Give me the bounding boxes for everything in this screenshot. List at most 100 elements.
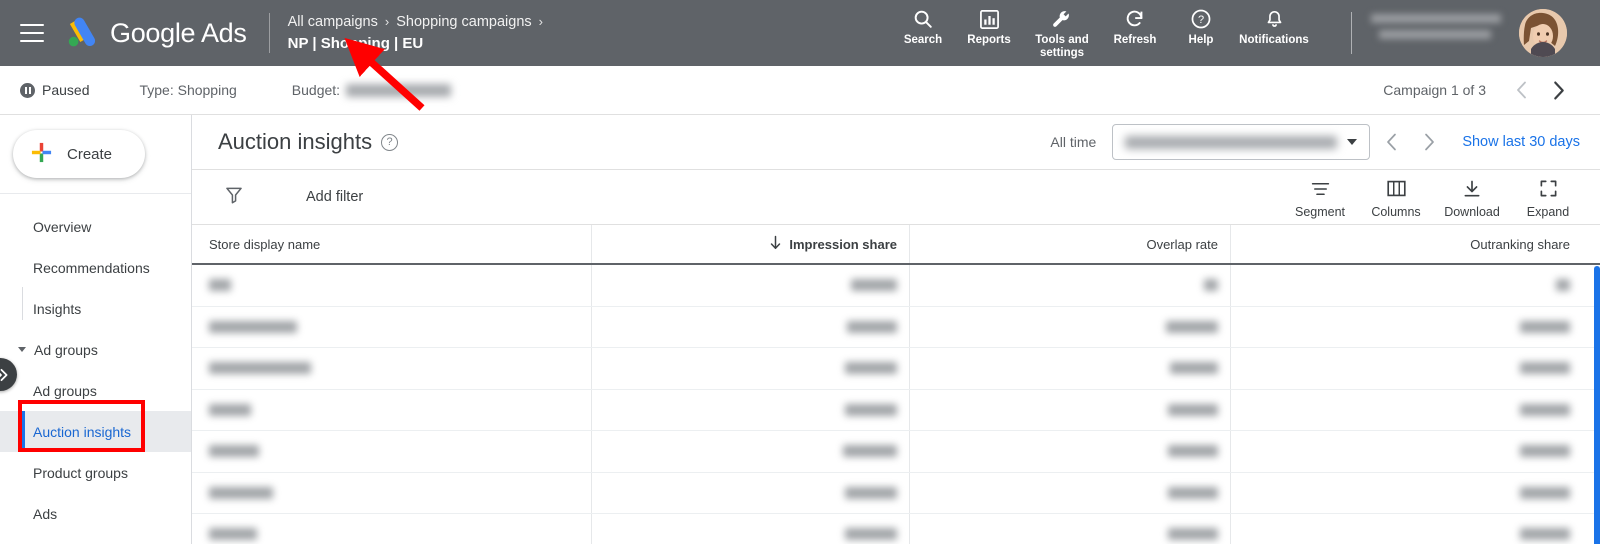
add-filter-button[interactable]: Add filter: [224, 185, 363, 210]
cell-impression-share: [592, 265, 910, 306]
account-divider: [1351, 12, 1352, 54]
filter-icon: [224, 185, 244, 210]
sidebar-item-label: Ad groups: [34, 341, 98, 358]
breadcrumb-current-campaign[interactable]: NP | Shopping | EU: [288, 34, 543, 54]
campaign-next-button[interactable]: [1542, 73, 1576, 107]
cell-impression-share: [592, 389, 910, 430]
header-help-button[interactable]: ? Help: [1168, 0, 1234, 47]
breadcrumb-shopping-campaigns[interactable]: Shopping campaigns: [396, 12, 531, 32]
breadcrumb-all-campaigns[interactable]: All campaigns: [288, 12, 378, 32]
redacted-value: [1204, 279, 1218, 292]
redacted-value: [209, 279, 231, 292]
download-button[interactable]: Download: [1434, 176, 1510, 219]
sidebar-item-auction-insights[interactable]: Auction insights: [0, 411, 191, 452]
cell-outranking-share: [1231, 514, 1587, 544]
breadcrumb-separator-icon: ›: [384, 14, 390, 29]
sidebar-item-overview[interactable]: Overview: [0, 206, 191, 247]
help-icon: ?: [1190, 8, 1212, 30]
sidebar-item-label: Recommendations: [33, 259, 150, 276]
segment-icon: [1310, 178, 1331, 200]
cell-outranking-share: [1231, 348, 1587, 389]
date-next-button[interactable]: [1412, 125, 1446, 159]
campaign-budget[interactable]: Budget:: [291, 82, 452, 98]
table-row[interactable]: [192, 306, 1600, 348]
cell-store-display-name: [192, 348, 592, 389]
svg-text:?: ?: [1198, 14, 1204, 26]
table-row[interactable]: [192, 389, 1600, 431]
table-row[interactable]: [192, 265, 1600, 307]
header-reports-button[interactable]: Reports: [956, 0, 1022, 47]
sidebar-item-label: Ads: [33, 505, 58, 522]
sidebar-item-recommendations[interactable]: Recommendations: [0, 247, 191, 288]
sidebar-item-insights[interactable]: Insights: [0, 288, 191, 329]
sidebar-item-product-groups[interactable]: Product groups: [0, 452, 191, 493]
table-action-label: Columns: [1371, 204, 1421, 219]
header-search-button[interactable]: Search: [890, 0, 956, 47]
cell-store-display-name: [192, 389, 592, 430]
wrench-icon: [1051, 8, 1074, 30]
table-row[interactable]: [192, 348, 1600, 390]
cell-impression-share: [592, 514, 910, 544]
sidebar-item-ads[interactable]: Ads: [0, 493, 191, 534]
date-range-value-redacted: [1125, 135, 1338, 149]
header-tools-settings-button[interactable]: Tools and settings: [1022, 0, 1102, 60]
help-circle-icon[interactable]: ?: [381, 133, 399, 151]
budget-label: Budget:: [291, 82, 341, 98]
google-ads-logo[interactable]: Google Ads: [64, 17, 247, 49]
header-tools: Search Reports Tools and settings Refres…: [890, 0, 1314, 66]
redacted-value: [845, 362, 897, 375]
table-actions: Segment Columns Download Expand: [1282, 176, 1600, 219]
columns-button[interactable]: Columns: [1358, 176, 1434, 219]
show-last-30-days-link[interactable]: Show last 30 days: [1462, 134, 1580, 150]
sidebar-item-label: Product groups: [33, 464, 128, 481]
nav-item-list: Overview Recommendations Insights Ad gro…: [0, 194, 191, 534]
cell-overlap-rate: [910, 348, 1231, 389]
status-label: Paused: [42, 82, 90, 98]
header-refresh-button[interactable]: Refresh: [1102, 0, 1168, 47]
header-notifications-button[interactable]: Notifications: [1234, 0, 1314, 47]
create-button[interactable]: Create: [13, 130, 145, 178]
header-tool-label: Refresh: [1113, 34, 1157, 46]
columns-icon: [1386, 178, 1407, 200]
date-range-selector[interactable]: [1112, 124, 1371, 160]
cell-outranking-share: [1231, 390, 1587, 431]
expand-button[interactable]: Expand: [1510, 176, 1586, 219]
left-navigation: Create Overview Recommendations Insights…: [0, 115, 192, 544]
account-info-redacted: [1371, 14, 1506, 52]
column-header-outranking-share[interactable]: Outranking share: [1231, 225, 1587, 263]
hamburger-menu-icon[interactable]: [20, 24, 44, 42]
date-prev-button[interactable]: [1374, 125, 1408, 159]
sidebar-group-ad-groups[interactable]: Ad groups: [0, 329, 191, 370]
avatar[interactable]: [1519, 9, 1567, 57]
table-scrollbar-thumb[interactable]: [1594, 266, 1600, 544]
google-ads-app: Google Ads All campaigns › Shopping camp…: [0, 0, 1600, 544]
download-icon: [1462, 178, 1482, 200]
cell-outranking-share: [1231, 265, 1587, 306]
redacted-value: [209, 403, 251, 416]
all-time-label: All time: [1050, 134, 1097, 150]
sidebar-item-ad-groups[interactable]: Ad groups: [0, 370, 191, 411]
create-section: Create: [0, 115, 191, 194]
segment-button[interactable]: Segment: [1282, 176, 1358, 219]
redacted-value: [845, 403, 897, 416]
column-header-store-display-name[interactable]: Store display name: [192, 225, 592, 263]
redacted-value: [1168, 445, 1218, 458]
table-row[interactable]: [192, 514, 1600, 544]
sidebar-item-label: Insights: [33, 300, 82, 317]
column-header-impression-share[interactable]: Impression share: [592, 225, 910, 263]
column-header-overlap-rate[interactable]: Overlap rate: [910, 225, 1231, 263]
add-filter-label: Add filter: [306, 189, 364, 205]
column-header-label: Store display name: [209, 236, 321, 252]
campaign-prev-button[interactable]: [1504, 73, 1538, 107]
table-toolbar: Add filter Segment Columns Download Expa…: [192, 170, 1600, 225]
auction-insights-table: Store display name Impression share Over…: [192, 225, 1600, 544]
caret-down-icon: [18, 347, 26, 352]
main-content: Auction insights ? All time Show last 30…: [192, 115, 1600, 544]
table-body: [192, 265, 1600, 544]
redacted-value: [1520, 403, 1570, 416]
table-row[interactable]: [192, 431, 1600, 473]
table-row[interactable]: [192, 472, 1600, 514]
top-header-bar: Google Ads All campaigns › Shopping camp…: [0, 0, 1600, 66]
brand-name: Google Ads: [110, 17, 247, 48]
redacted-value: [1168, 403, 1218, 416]
